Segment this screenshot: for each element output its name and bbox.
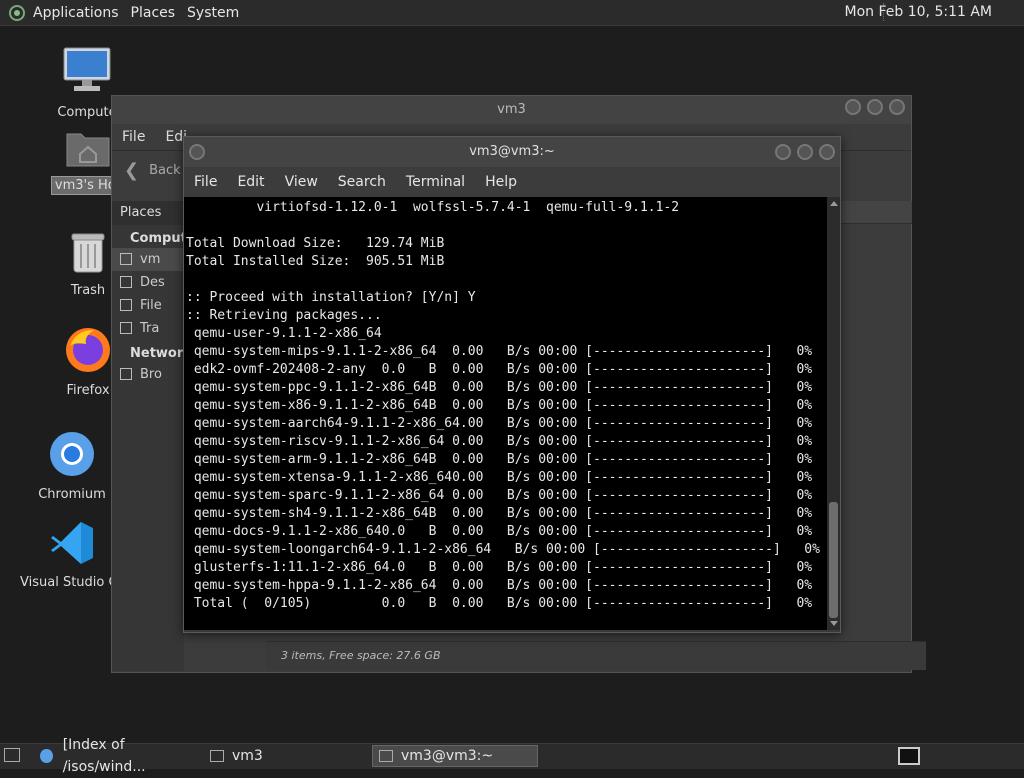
taskbar-item-browser[interactable]: [Index of /isos/wind...	[34, 737, 204, 775]
window-menu-button[interactable]	[189, 144, 205, 160]
back-arrow-icon[interactable]: ❮	[124, 160, 139, 181]
sidebar-item-trash[interactable]: Tra	[112, 317, 184, 340]
file-manager-titlebar[interactable]: vm3	[112, 96, 911, 124]
close-button[interactable]	[889, 99, 905, 115]
sidebar-item-desktop[interactable]: Des	[112, 271, 184, 294]
chromium-icon	[50, 432, 94, 476]
status-bar: 3 items, Free space: 27.6 GB	[266, 641, 926, 670]
minimize-button[interactable]	[845, 99, 861, 115]
menu-search[interactable]: Search	[328, 174, 396, 190]
window-title: vm3	[497, 102, 526, 117]
sidebar-item-browse-network[interactable]: Bro	[112, 363, 184, 386]
scroll-up-icon[interactable]	[830, 201, 838, 206]
close-button[interactable]	[819, 144, 835, 160]
applications-menu[interactable]: Applications	[27, 5, 125, 21]
terminal-menubar: File Edit View Search Terminal Help	[184, 167, 840, 197]
maximize-button[interactable]	[797, 144, 813, 160]
home-folder-icon	[66, 133, 110, 167]
workspace-switcher[interactable]	[898, 747, 920, 765]
column-header	[840, 201, 912, 224]
terminal-text: virtiofsd-1.12.0-1 wolfssl-5.7.4-1 qemu-…	[186, 200, 820, 611]
menu-file[interactable]: File	[112, 129, 155, 145]
places-dropdown[interactable]: Places	[112, 201, 184, 225]
desktop-icon-label: Compute	[57, 105, 117, 120]
vscode-icon	[51, 522, 93, 564]
drive-icon	[120, 299, 132, 311]
computer-icon	[63, 47, 111, 91]
sidebar-item-filesystem[interactable]: File	[112, 294, 184, 317]
home-icon	[120, 253, 132, 265]
menu-view[interactable]: View	[275, 174, 328, 190]
window-title: vm3@vm3:~	[469, 144, 555, 159]
distro-logo-icon[interactable]	[9, 4, 25, 21]
menu-file[interactable]: File	[184, 174, 227, 190]
show-desktop-icon[interactable]	[4, 748, 20, 762]
terminal-window: vm3@vm3:~ File Edit View Search Terminal…	[183, 136, 841, 633]
places-menu[interactable]: Places	[125, 5, 182, 21]
sidebar-heading-computer: Compute	[130, 231, 196, 246]
places-sidebar: Places Compute vm Des File Tra Network B…	[112, 201, 196, 671]
back-button[interactable]: Back	[149, 163, 181, 178]
folder-icon	[210, 750, 224, 762]
terminal-titlebar[interactable]: vm3@vm3:~	[184, 137, 840, 167]
scroll-down-icon[interactable]	[830, 621, 838, 626]
terminal-output[interactable]: virtiofsd-1.12.0-1 wolfssl-5.7.4-1 qemu-…	[184, 197, 827, 630]
top-panel: Applications Places System Mon Feb 10, 5…	[0, 0, 1024, 26]
terminal-icon	[379, 750, 393, 762]
menu-terminal[interactable]: Terminal	[396, 174, 475, 190]
bottom-panel: [Index of /isos/wind... vm3 vm3@vm3:~	[0, 737, 1024, 775]
maximize-button[interactable]	[867, 99, 883, 115]
scrollbar-thumb[interactable]	[829, 502, 838, 618]
taskbar-item-terminal[interactable]: vm3@vm3:~	[372, 745, 538, 767]
menu-help[interactable]: Help	[475, 174, 527, 190]
clock[interactable]: Mon Feb 10, 5:11 AM	[845, 4, 992, 20]
minimize-button[interactable]	[775, 144, 791, 160]
menu-edit[interactable]: Edit	[227, 174, 274, 190]
chromium-icon	[40, 749, 53, 763]
sidebar-heading-network: Network	[130, 346, 192, 361]
sidebar-item-home[interactable]: vm	[112, 248, 184, 271]
system-menu[interactable]: System	[181, 5, 245, 21]
network-icon	[120, 368, 132, 380]
trash-icon	[71, 233, 105, 273]
firefox-icon	[66, 328, 110, 372]
desktop-icon	[120, 276, 132, 288]
desktop-icon-label: Trash	[70, 283, 106, 298]
desktop-icon-label: Chromium	[38, 487, 106, 502]
terminal-scrollbar[interactable]	[827, 197, 840, 630]
trash-icon	[120, 322, 132, 334]
taskbar-item-file-manager[interactable]: vm3	[204, 745, 372, 767]
desktop-icon-label: Firefox	[66, 383, 110, 398]
